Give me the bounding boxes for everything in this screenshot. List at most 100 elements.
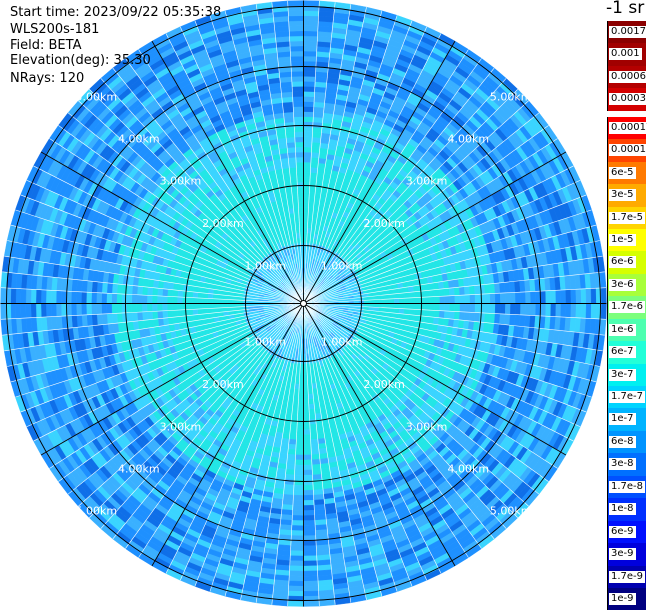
radar-gate bbox=[389, 308, 394, 313]
radar-gate bbox=[304, 117, 314, 122]
radar-gate bbox=[304, 96, 315, 101]
radar-gate bbox=[495, 293, 500, 303]
radar-gate bbox=[289, 434, 296, 440]
radar-gate bbox=[304, 197, 310, 202]
radar-gate bbox=[304, 167, 311, 172]
radar-gate bbox=[304, 162, 311, 167]
radar-gate bbox=[404, 309, 410, 315]
radar-gate bbox=[319, 600, 335, 606]
radar-gate bbox=[525, 292, 530, 304]
radar-gate bbox=[296, 440, 303, 445]
radar-gate bbox=[309, 188, 315, 194]
radar-gate bbox=[399, 293, 405, 299]
radar-gate bbox=[474, 313, 480, 323]
radar-gate bbox=[304, 1, 320, 7]
radar-gate bbox=[304, 172, 311, 177]
radar-gate bbox=[304, 76, 316, 81]
radar-gate bbox=[304, 152, 312, 157]
radar-gate bbox=[312, 142, 321, 148]
radar-gate bbox=[286, 464, 295, 470]
radar-gate bbox=[304, 510, 315, 515]
radar-gate bbox=[304, 425, 311, 430]
radar-gate bbox=[294, 480, 304, 485]
radar-gate bbox=[394, 308, 399, 313]
radar-gate bbox=[494, 314, 500, 325]
radar-gate bbox=[295, 465, 304, 470]
radar-gate bbox=[500, 293, 505, 304]
radar-gate bbox=[379, 299, 384, 303]
radar-gate bbox=[440, 304, 445, 311]
radar-gate bbox=[490, 294, 495, 304]
radar-gate bbox=[304, 430, 311, 435]
radar-gate bbox=[374, 304, 379, 308]
radar-gate bbox=[556, 304, 561, 318]
radar-gate bbox=[289, 581, 304, 586]
radar-gate bbox=[591, 288, 596, 303]
radar-gate bbox=[304, 470, 313, 475]
radar-gate bbox=[304, 379, 308, 384]
radar-gate bbox=[454, 287, 460, 296]
radar-gate bbox=[571, 304, 576, 318]
radar-gate bbox=[290, 424, 297, 430]
radar-gate bbox=[485, 304, 490, 314]
radar-gate bbox=[289, 571, 303, 576]
radar-gate bbox=[299, 384, 304, 389]
radar-gate bbox=[311, 439, 319, 445]
radar-gate bbox=[298, 404, 304, 409]
radar-gate bbox=[419, 291, 425, 298]
radar-gate bbox=[304, 541, 317, 546]
radar-gate bbox=[546, 291, 551, 304]
radar-gate bbox=[314, 107, 325, 113]
radar-gate bbox=[304, 414, 310, 419]
radar-gate bbox=[309, 414, 315, 420]
radar-gate bbox=[404, 304, 409, 310]
radar-gate bbox=[304, 571, 318, 576]
radar-gate bbox=[459, 287, 465, 296]
radar-gate bbox=[399, 298, 404, 303]
radar-gate bbox=[304, 576, 319, 582]
radar-gate bbox=[288, 449, 296, 455]
radar-gate bbox=[455, 295, 460, 303]
radar-gate bbox=[300, 364, 303, 369]
radar-gate bbox=[600, 319, 606, 335]
radar-gate bbox=[520, 292, 525, 304]
radar-gate bbox=[304, 86, 315, 91]
radar-gate bbox=[414, 309, 420, 315]
radar-gate bbox=[449, 288, 455, 296]
radar-gate bbox=[404, 292, 410, 298]
radar-gate bbox=[290, 566, 304, 571]
radar-gate bbox=[304, 515, 315, 520]
radar-gate bbox=[304, 369, 308, 374]
radar-gate bbox=[444, 288, 450, 296]
radar-gate bbox=[299, 379, 303, 384]
radar-gate bbox=[304, 238, 307, 243]
radar-gate bbox=[304, 213, 309, 218]
radar-gate bbox=[304, 177, 311, 182]
radar-gate bbox=[304, 16, 319, 21]
radar-gate bbox=[435, 304, 440, 311]
radar-gate bbox=[440, 296, 445, 303]
radar-gate bbox=[420, 297, 425, 303]
radar-gate bbox=[510, 292, 515, 303]
radar-gate bbox=[424, 310, 430, 317]
radar-gate bbox=[304, 480, 314, 485]
radar-gate bbox=[291, 414, 297, 420]
radar-gate bbox=[304, 490, 314, 495]
radar-gate bbox=[304, 420, 310, 425]
radar-gate bbox=[304, 409, 310, 414]
radar-gate bbox=[304, 455, 312, 460]
radar-gate bbox=[475, 304, 480, 313]
radar-gate bbox=[285, 474, 295, 480]
radar-gate bbox=[287, 454, 296, 460]
radar-gate bbox=[304, 187, 310, 192]
radar-gate bbox=[293, 495, 303, 500]
radar-gate bbox=[296, 450, 304, 455]
radar-gate bbox=[310, 177, 317, 183]
radar-gate bbox=[419, 310, 425, 317]
radar-gate bbox=[304, 460, 313, 465]
radar-gate bbox=[394, 304, 399, 309]
radar-gate bbox=[289, 576, 304, 582]
radar-gate bbox=[311, 454, 320, 460]
radar-gate bbox=[566, 304, 571, 318]
radar-gate bbox=[304, 505, 315, 510]
